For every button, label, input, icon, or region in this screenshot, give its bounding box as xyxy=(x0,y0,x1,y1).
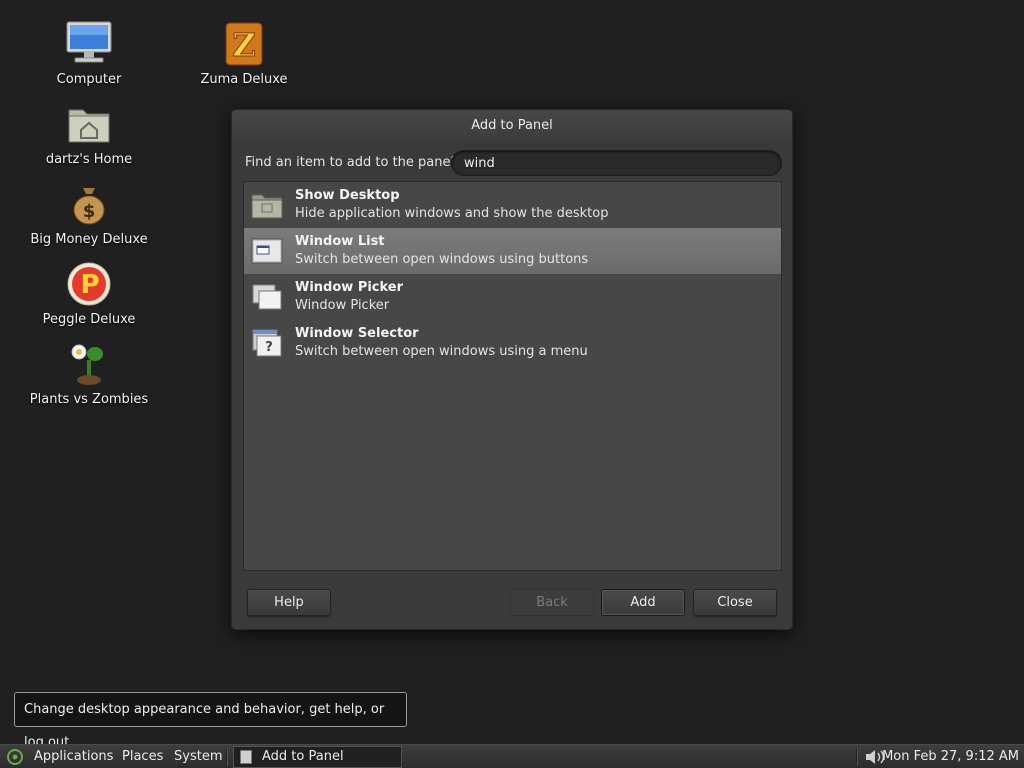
desktop-icon-computer[interactable]: Computer xyxy=(14,20,164,87)
zuma-icon: Z xyxy=(220,20,268,68)
system-menu[interactable]: System xyxy=(174,749,222,764)
window-selector-icon: ? xyxy=(251,328,283,358)
list-item-desc: Switch between open windows using a menu xyxy=(295,344,588,359)
places-menu[interactable]: Places xyxy=(122,749,163,764)
list-item-name: Window Picker xyxy=(295,280,404,295)
back-button[interactable]: Back xyxy=(510,589,594,616)
show-desktop-icon xyxy=(251,190,283,220)
search-input[interactable] xyxy=(451,150,782,176)
computer-icon xyxy=(65,20,113,68)
list-item-show-desktop[interactable]: Show Desktop Hide application windows an… xyxy=(244,182,781,228)
search-row: Find an item to add to the panel: xyxy=(245,150,783,176)
home-folder-icon xyxy=(65,100,113,148)
desktop-icon-label: Peggle Deluxe xyxy=(42,312,136,327)
applet-list: Show Desktop Hide application windows an… xyxy=(243,181,782,571)
desktop-icon-zuma[interactable]: Z Zuma Deluxe xyxy=(169,20,319,87)
list-item-name: Window List xyxy=(295,234,385,249)
list-item-window-selector[interactable]: ? Window Selector Switch between open wi… xyxy=(244,320,781,366)
desktop-icon-label: Computer xyxy=(56,72,122,87)
panel-separator xyxy=(856,748,858,766)
svg-text:Z: Z xyxy=(232,26,255,64)
svg-text:$: $ xyxy=(83,201,96,222)
window-icon xyxy=(240,750,252,764)
taskbar-button-add-to-panel[interactable]: Add to Panel xyxy=(233,746,402,768)
panel-separator xyxy=(226,748,228,766)
list-item-desc: Hide application windows and show the de… xyxy=(295,206,609,221)
search-label: Find an item to add to the panel: xyxy=(245,155,459,170)
tooltip: Change desktop appearance and behavior, … xyxy=(14,692,407,750)
distro-logo-icon[interactable] xyxy=(6,748,24,766)
desktop-icon-home[interactable]: dartz's Home xyxy=(14,100,164,167)
desktop-icon-label: dartz's Home xyxy=(45,152,133,167)
list-item-window-list[interactable]: Window List Switch between open windows … xyxy=(244,228,781,274)
desktop-icon-peggle[interactable]: P Peggle Deluxe xyxy=(14,260,164,327)
list-item-name: Show Desktop xyxy=(295,188,400,203)
list-item-name: Window Selector xyxy=(295,326,419,341)
list-item-desc: Window Picker xyxy=(295,298,390,313)
list-item-desc: Switch between open windows using button… xyxy=(295,252,589,267)
desktop-icon-label: Zuma Deluxe xyxy=(200,72,288,87)
taskbar-button-label: Add to Panel xyxy=(262,749,344,764)
help-button[interactable]: Help xyxy=(247,589,331,616)
svg-text:?: ? xyxy=(265,340,273,355)
peggle-icon: P xyxy=(65,260,113,308)
desktop-icon-label: Big Money Deluxe xyxy=(30,232,148,247)
bottom-panel: Applications Places System Add to Panel … xyxy=(0,744,1024,768)
list-item-window-picker[interactable]: Window Picker Window Picker xyxy=(244,274,781,320)
money-bag-icon: $ xyxy=(65,180,113,228)
plant-icon xyxy=(65,340,113,388)
desktop-icon-big-money[interactable]: $ Big Money Deluxe xyxy=(14,180,164,247)
clock[interactable]: Mon Feb 27, 9:12 AM xyxy=(882,749,1019,764)
window-picker-icon xyxy=(251,282,283,312)
desktop-icon-pvz[interactable]: Plants vs Zombies xyxy=(14,340,164,407)
dialog-title: Add to Panel xyxy=(232,110,792,142)
window-list-icon xyxy=(251,236,283,266)
add-button[interactable]: Add xyxy=(601,589,685,616)
svg-text:P: P xyxy=(80,270,99,300)
close-button[interactable]: Close xyxy=(693,589,777,616)
add-to-panel-dialog: Add to Panel Find an item to add to the … xyxy=(231,109,793,630)
applications-menu[interactable]: Applications xyxy=(34,749,113,764)
desktop-icon-label: Plants vs Zombies xyxy=(29,392,149,407)
